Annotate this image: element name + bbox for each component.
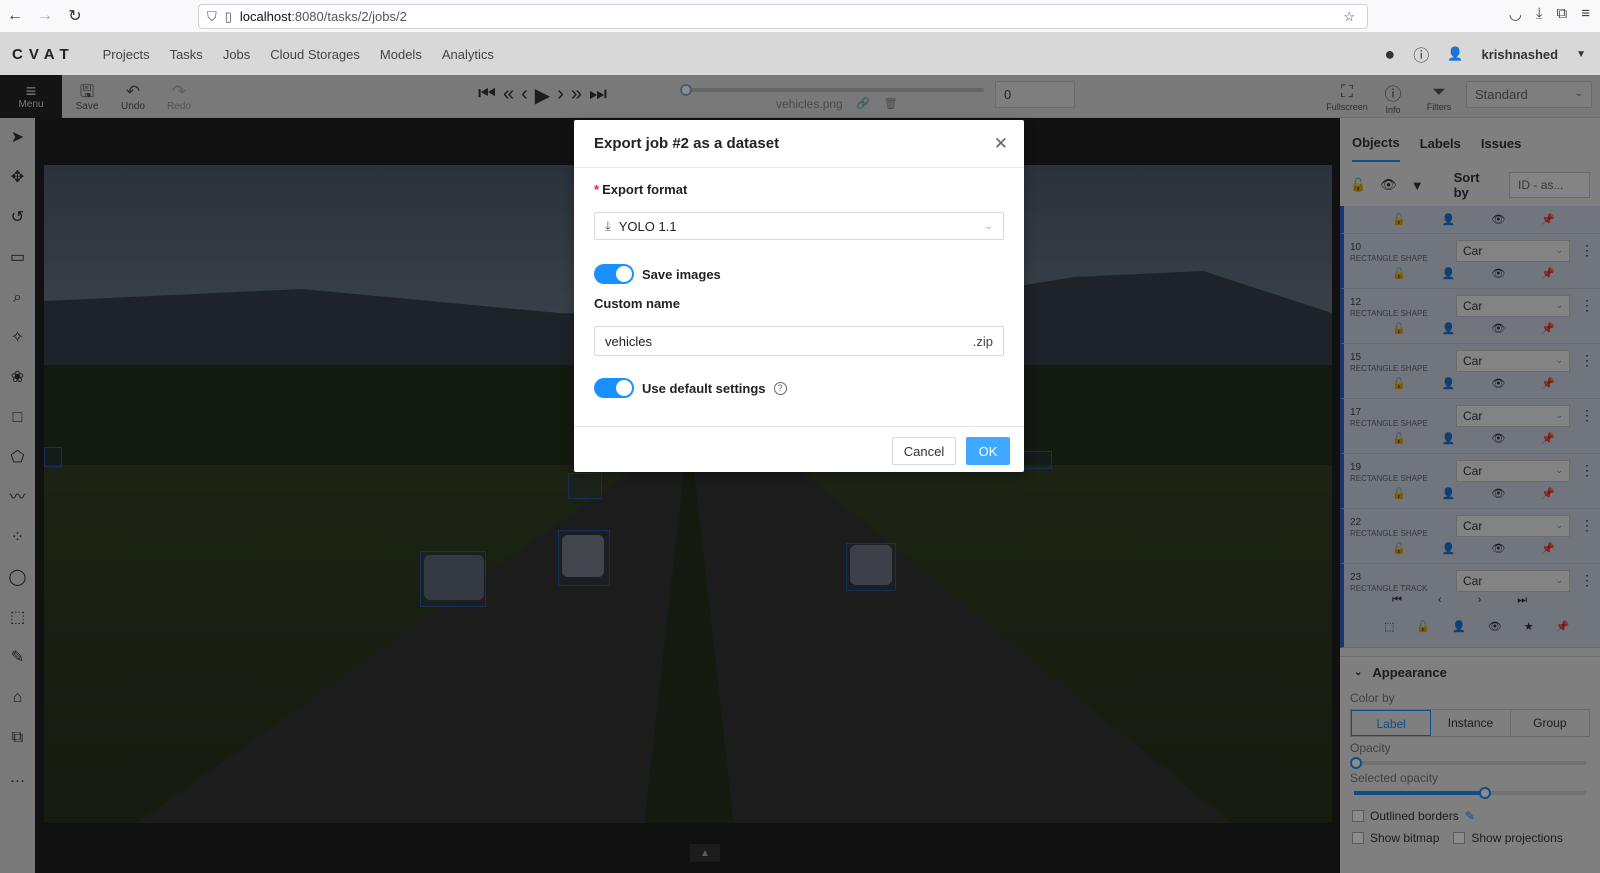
modal-title: Export job #2 as a dataset	[574, 120, 1024, 168]
custom-name-input[interactable]: vehicles .zip	[594, 326, 1004, 356]
browser-toolbar: ← → ↻ ⛉ ▯ localhost :8080/tasks/2/jobs/2…	[0, 0, 1600, 33]
use-default-settings-toggle[interactable]	[594, 378, 634, 398]
ok-button[interactable]: OK	[966, 437, 1010, 465]
toggle-knob	[616, 380, 632, 396]
nav-cloud-storages[interactable]: Cloud Storages	[260, 47, 370, 62]
export-format-select[interactable]: ⤓ YOLO 1.1 ⌄	[594, 212, 1004, 240]
use-default-settings-label: Use default settings	[642, 380, 766, 396]
user-icon: 👤	[1447, 46, 1464, 61]
chevron-down-icon[interactable]: ▼	[1576, 49, 1586, 60]
save-images-label: Save images	[642, 266, 721, 282]
chevron-down-icon: ⌄	[984, 220, 993, 232]
address-bar[interactable]: ⛉ ▯ localhost :8080/tasks/2/jobs/2 ☆	[198, 4, 1368, 29]
help-icon[interactable]: ?	[773, 381, 787, 395]
help-icon[interactable]: ⓘ	[1413, 42, 1429, 66]
forward-icon[interactable]: →	[30, 1, 60, 31]
url-path: :8080/tasks/2/jobs/2	[291, 9, 407, 24]
reload-icon[interactable]: ↻	[60, 1, 90, 31]
pocket-icon[interactable]: ◡	[1509, 5, 1522, 23]
save-images-toggle[interactable]	[594, 264, 634, 284]
download-icon[interactable]: ⤓	[1536, 5, 1543, 23]
modal-footer: Cancel OK	[574, 426, 1024, 472]
bookmark-star-icon[interactable]: ☆	[1343, 9, 1355, 25]
export-dataset-modal: Export job #2 as a dataset ✕ * Export for…	[574, 120, 1024, 472]
page-icon: ▯	[224, 8, 232, 24]
close-icon[interactable]: ✕	[994, 134, 1008, 154]
browser-menu-icon[interactable]: ≡	[1581, 5, 1590, 23]
nav-analytics[interactable]: Analytics	[432, 47, 504, 62]
nav-jobs[interactable]: Jobs	[213, 47, 260, 62]
nav-projects[interactable]: Projects	[93, 47, 160, 62]
url-host: localhost	[239, 9, 292, 24]
export-format-value: YOLO 1.1	[618, 218, 677, 234]
back-icon[interactable]: ←	[0, 1, 30, 31]
app-header: CVAT Projects Tasks Jobs Cloud Storages …	[0, 33, 1600, 75]
cvat-logo[interactable]: CVAT	[12, 46, 75, 63]
shield-icon: ⛉	[207, 8, 217, 24]
custom-name-suffix: .zip	[972, 333, 993, 349]
github-icon[interactable]: ●	[1384, 44, 1395, 65]
cancel-button[interactable]: Cancel	[892, 437, 956, 465]
required-mark: *	[594, 182, 600, 197]
nav-models[interactable]: Models	[370, 47, 432, 62]
download-icon: ⤓	[605, 218, 611, 233]
username[interactable]: krishnashed	[1482, 47, 1559, 62]
toggle-knob	[616, 266, 632, 282]
custom-name-label: Custom name	[594, 296, 680, 311]
export-format-text: Export format	[602, 182, 688, 197]
extensions-icon[interactable]: ⧉	[1557, 5, 1568, 23]
top-navigation: Projects Tasks Jobs Cloud Storages Model…	[93, 47, 504, 62]
custom-name-value: vehicles	[605, 333, 652, 349]
export-format-label: * Export format	[594, 182, 1004, 204]
nav-tasks[interactable]: Tasks	[160, 47, 213, 62]
